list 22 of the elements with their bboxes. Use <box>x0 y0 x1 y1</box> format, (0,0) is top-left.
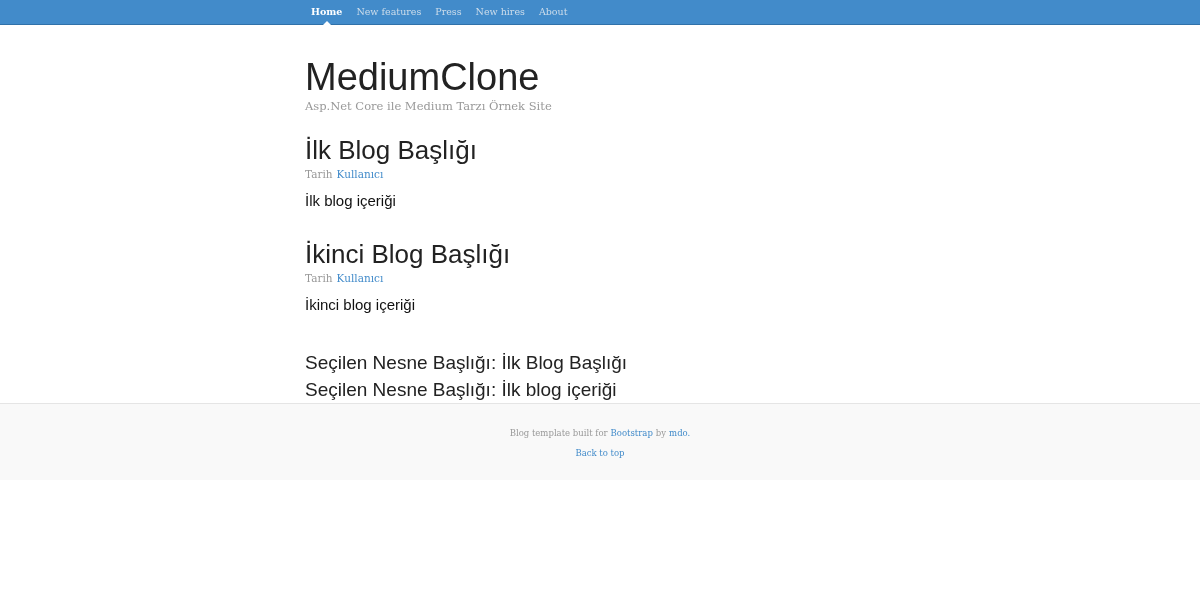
site-title: MediumClone <box>305 55 541 99</box>
post-title: İlk Blog Başlığı <box>305 135 478 165</box>
nav-link[interactable]: Press <box>428 0 469 24</box>
author-link[interactable]: Kullanıcı <box>336 168 384 180</box>
selected-item-text: Seçilen Nesne Başlığı: İlk blog içeriği <box>305 378 618 402</box>
bootstrap-link[interactable]: Bootstrap <box>610 428 653 438</box>
post-body: İkinci blog içeriği <box>305 296 417 313</box>
post-date: Tarih <box>305 168 333 180</box>
footer-text: by <box>655 428 667 438</box>
author-link[interactable]: mdo. <box>669 428 691 438</box>
author-link[interactable]: Kullanıcı <box>336 272 384 284</box>
selected-item-text: Seçilen Nesne Başlığı: İlk Blog Başlığı <box>305 351 629 375</box>
nav-link[interactable]: New hires <box>468 0 532 24</box>
nav-link[interactable]: New features <box>349 0 429 24</box>
post-date: Tarih <box>305 272 333 284</box>
nav-link[interactable]: About <box>531 0 575 24</box>
back-to-top-link[interactable]: Back to top <box>575 448 625 458</box>
site-subtitle: Asp.Net Core ile Medium Tarzı Örnek Site <box>305 99 553 113</box>
post-title: İkinci Blog Başlığı <box>305 239 512 269</box>
nav-link[interactable]: Home <box>305 0 350 24</box>
footer-text: Blog template built for <box>509 428 608 438</box>
post-body: İlk blog içeriği <box>305 192 397 209</box>
